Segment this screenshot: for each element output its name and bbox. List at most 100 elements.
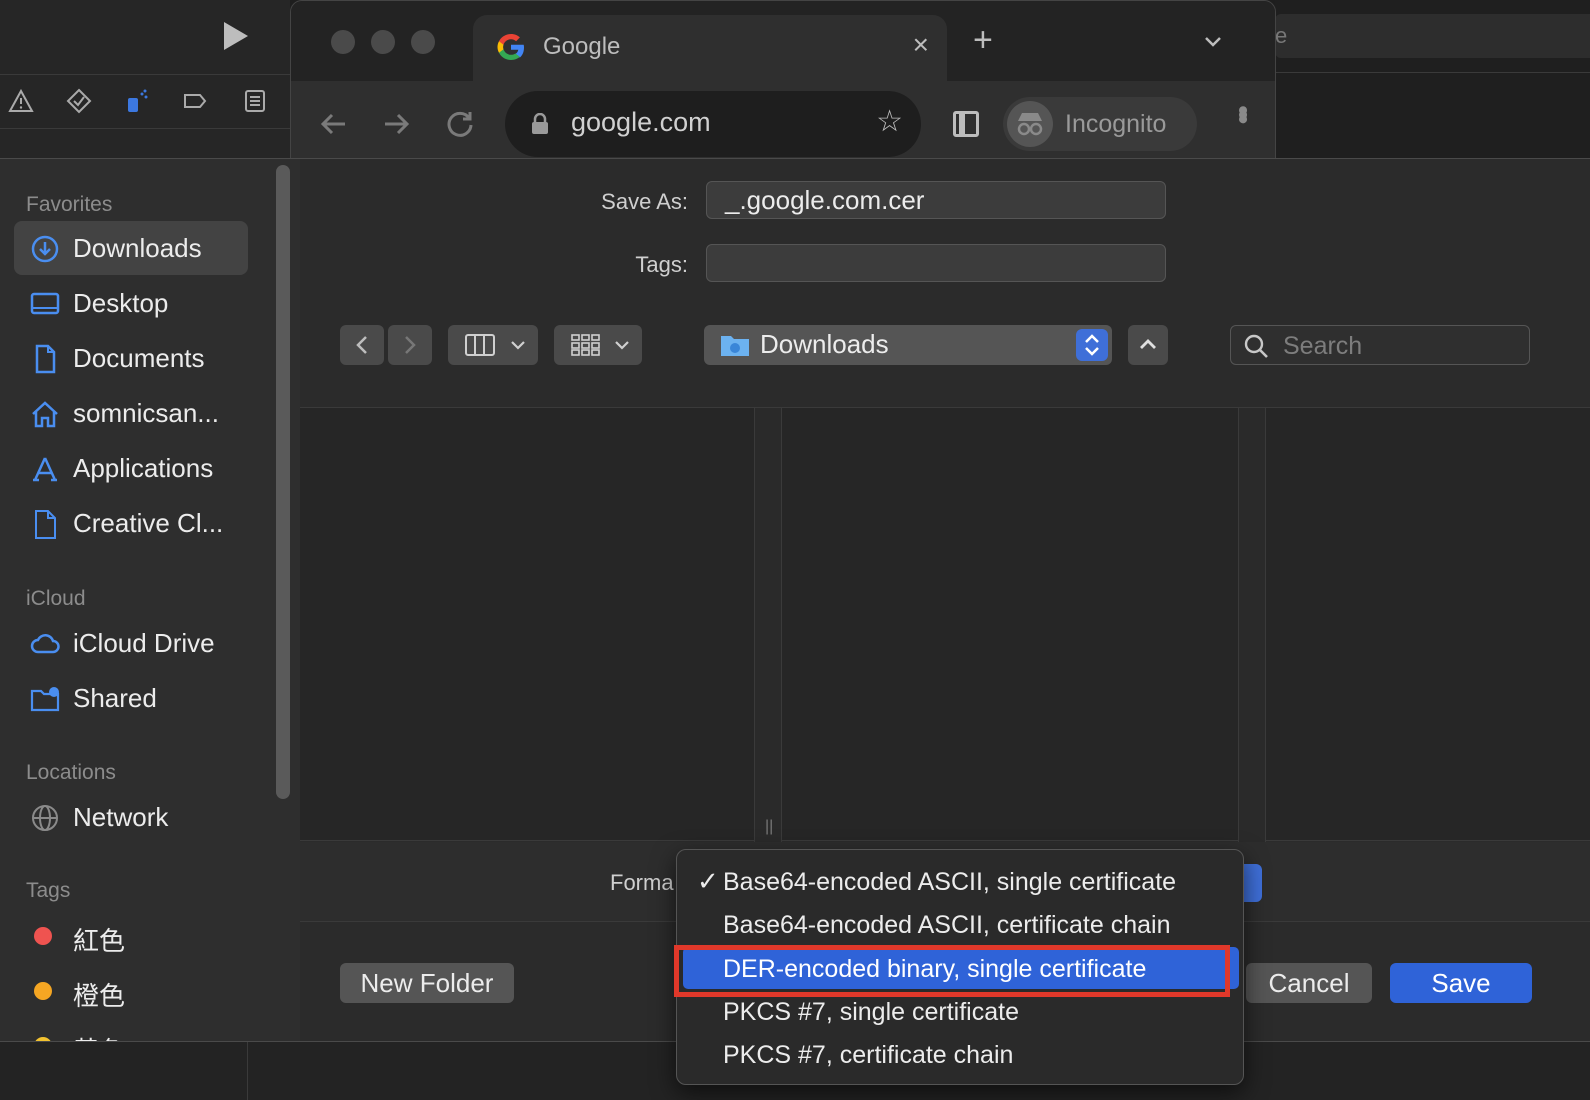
incognito-icon — [1007, 101, 1053, 147]
sidebar-item-label: 紅色 — [73, 926, 126, 956]
sidebar-item-desktop[interactable]: Desktop — [14, 276, 248, 330]
chevron-left-icon — [356, 336, 367, 354]
chevron-down-icon[interactable] — [1203, 31, 1223, 51]
sidebar-item-label: Downloads — [73, 233, 202, 263]
incognito-badge[interactable]: Incognito — [1003, 97, 1197, 151]
close-window-button[interactable] — [331, 30, 355, 54]
sidebar-item-creative-cloud[interactable]: Creative Cl... — [14, 496, 248, 550]
sidebar-item-tag-orange[interactable]: 橙色 — [14, 964, 248, 1018]
sidebar-item-tag-yellow[interactable]: 黃色 — [14, 1019, 248, 1041]
menu-item-label: PKCS #7, single certificate — [723, 998, 1019, 1026]
save-button[interactable]: Save — [1390, 963, 1532, 1003]
forward-arrow-icon[interactable] — [381, 109, 411, 139]
sidebar-item-shared[interactable]: Shared — [14, 671, 248, 725]
format-label: Forma — [610, 870, 674, 895]
side-panel-icon[interactable] — [953, 111, 979, 137]
address-bar[interactable]: google.com ☆ — [505, 91, 921, 157]
sidebar-header-locations: Locations — [26, 761, 116, 784]
menu-item-label: Base64-encoded ASCII, single certificate — [723, 868, 1177, 896]
background-search-field: e — [1275, 14, 1590, 58]
menu-item-pkcs7-chain[interactable]: PKCS #7, certificate chain — [683, 1033, 1239, 1075]
browser-tab[interactable]: Google × — [473, 15, 947, 83]
column-divider[interactable]: || — [754, 408, 782, 842]
sidebar-item-documents[interactable]: Documents — [14, 331, 248, 385]
menu-item-base64-single[interactable]: ✓ Base64-encoded ASCII, single certifica… — [683, 860, 1239, 902]
back-button[interactable] — [340, 325, 384, 365]
location-popup[interactable]: Downloads — [704, 325, 1112, 365]
lock-icon[interactable] — [531, 113, 549, 135]
sidebar-item-label: Shared — [73, 683, 157, 713]
url-text[interactable]: google.com — [571, 107, 711, 138]
sidebar-item-icloud-drive[interactable]: iCloud Drive — [14, 616, 248, 670]
sidebar-item-downloads[interactable]: Downloads — [14, 221, 248, 275]
expand-collapse-button[interactable] — [1128, 325, 1168, 365]
chevron-up-icon — [1140, 339, 1156, 349]
sidebar-item-network[interactable]: Network — [14, 790, 248, 844]
sidebar: Favorites Downloads Desktop Documents so… — [0, 159, 300, 1041]
columns-view-icon — [465, 334, 495, 356]
applications-icon — [33, 457, 57, 482]
chevron-down-icon — [615, 341, 629, 350]
breakpoint-diamond-icon[interactable] — [66, 88, 92, 114]
checkmark-icon: ✓ — [697, 866, 719, 896]
zoom-window-button[interactable] — [411, 30, 435, 54]
grid-view-icon — [571, 334, 600, 356]
search-icon — [1244, 334, 1268, 358]
cancel-button[interactable]: Cancel — [1246, 963, 1372, 1003]
tags-label: Tags: — [635, 252, 688, 277]
resize-grip-icon[interactable]: || — [765, 818, 773, 836]
sidebar-item-label: Creative Cl... — [73, 508, 224, 538]
background-field-text: e — [1275, 23, 1288, 48]
new-folder-button[interactable]: New Folder — [340, 963, 514, 1003]
file-browser-columns[interactable]: || — [300, 407, 1590, 842]
divider — [0, 128, 290, 129]
location-label: Downloads — [760, 329, 889, 359]
menu-item-base64-chain[interactable]: Base64-encoded ASCII, certificate chain — [683, 903, 1239, 945]
tag-color-dot — [34, 982, 52, 1000]
search-placeholder: Search — [1283, 332, 1363, 360]
forward-button[interactable] — [388, 325, 432, 365]
view-mode-button[interactable] — [448, 325, 538, 365]
run-icon[interactable] — [224, 22, 248, 50]
tab-title: Google — [543, 33, 621, 60]
sidebar-item-label: Desktop — [73, 288, 169, 318]
downloads-folder-icon — [721, 336, 749, 356]
sidebar-item-applications[interactable]: Applications — [14, 441, 248, 495]
report-list-icon[interactable] — [242, 88, 268, 114]
document-icon — [35, 510, 56, 539]
google-logo-icon — [497, 34, 524, 60]
globe-icon — [32, 805, 58, 831]
tag-icon[interactable] — [182, 88, 208, 114]
sidebar-item-label: 黃色 — [73, 1031, 125, 1041]
close-tab-icon[interactable]: × — [913, 29, 929, 61]
new-tab-icon[interactable]: + — [973, 23, 993, 57]
debug-spray-icon[interactable] — [124, 88, 150, 114]
bookmark-star-icon[interactable]: ☆ — [876, 107, 903, 137]
popup-stepper-icon — [1076, 329, 1108, 361]
home-icon — [32, 401, 58, 428]
save-as-field[interactable]: _.google.com.cer — [706, 181, 1166, 219]
more-menu-icon[interactable]: ••• — [1226, 105, 1259, 119]
minimize-window-button[interactable] — [371, 30, 395, 54]
cloud-icon — [30, 634, 60, 654]
background-xcode-toolbar — [0, 0, 290, 160]
back-forward-group — [340, 325, 432, 365]
sidebar-scrollbar[interactable] — [276, 165, 290, 799]
sidebar-item-label: 橙色 — [73, 981, 126, 1011]
background-window-toolbar: e — [1275, 0, 1590, 160]
column-divider[interactable] — [1238, 408, 1266, 842]
divider — [0, 74, 290, 75]
search-input[interactable]: Search — [1230, 325, 1530, 365]
sidebar-item-tag-red[interactable]: 紅色 — [14, 909, 248, 963]
tag-color-dot — [34, 927, 52, 945]
divider — [247, 1040, 248, 1100]
chrome-window: Google × + google.com ☆ Incognito ••• — [290, 0, 1276, 165]
sidebar-item-label: Documents — [73, 343, 205, 373]
reload-icon[interactable] — [445, 109, 475, 139]
sidebar-item-label: Applications — [73, 453, 214, 483]
group-by-button[interactable] — [554, 325, 642, 365]
sidebar-item-home[interactable]: somnicsan... — [14, 386, 248, 440]
tags-field[interactable] — [706, 244, 1166, 282]
back-arrow-icon[interactable] — [319, 109, 349, 139]
warning-icon[interactable] — [8, 88, 34, 114]
